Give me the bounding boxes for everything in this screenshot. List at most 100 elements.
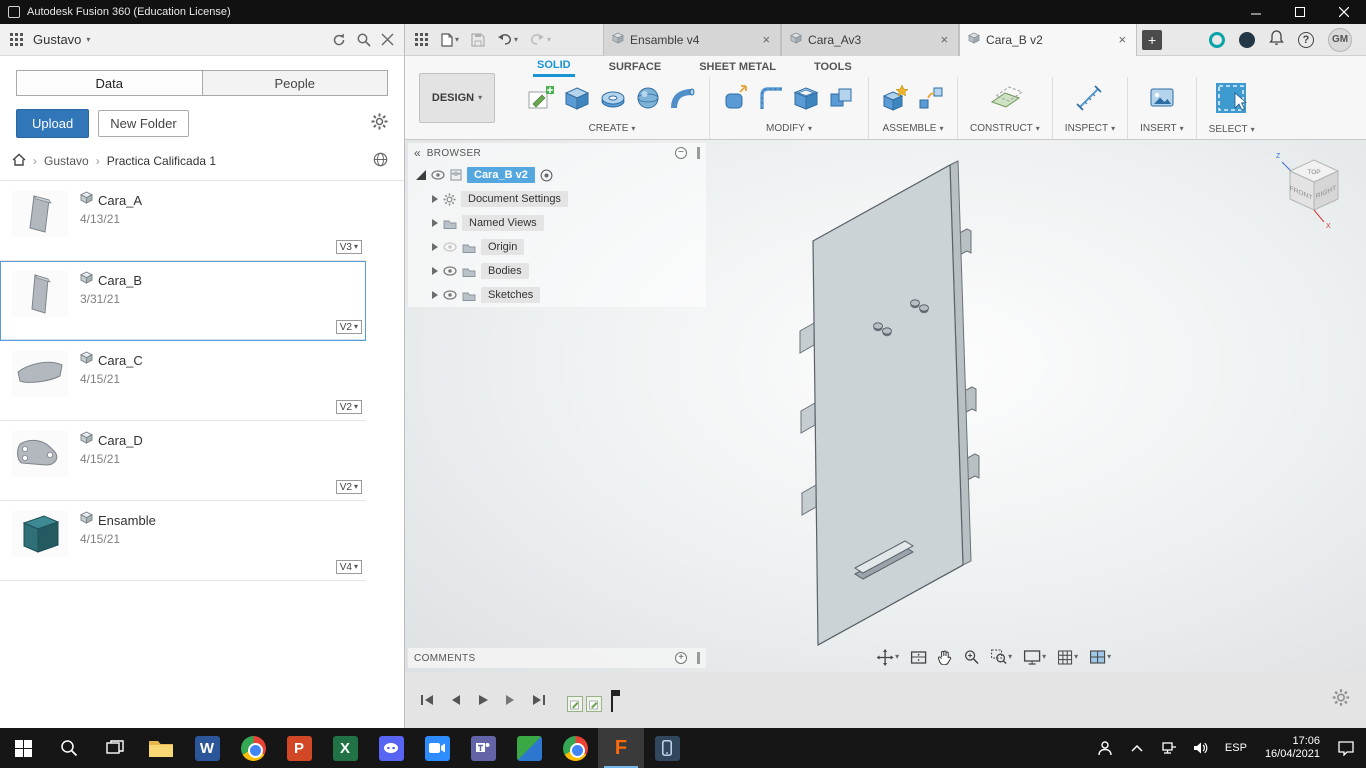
visibility-eye-icon[interactable] [443, 266, 457, 276]
new-component-icon[interactable] [881, 84, 909, 117]
browser-item-named-views[interactable]: Named Views [408, 211, 706, 235]
panel-resize-grip[interactable] [697, 147, 700, 159]
group-label-select[interactable]: SELECT ▾ [1209, 122, 1255, 137]
taskbar-search-icon[interactable] [46, 728, 92, 768]
taskbar-app-powerpoint[interactable]: P [276, 728, 322, 768]
list-item-cara-c[interactable]: Cara_C 4/15/21 V2 ▾ [0, 341, 366, 421]
version-dropdown[interactable]: V4 ▾ [335, 560, 362, 574]
tab-solid[interactable]: SOLID [533, 56, 575, 77]
measure-icon[interactable] [1075, 84, 1105, 117]
maximize-button[interactable] [1278, 0, 1322, 24]
insert-canvas-icon[interactable] [1148, 84, 1176, 117]
visibility-eye-icon[interactable] [431, 170, 445, 180]
expand-arrow-icon[interactable] [432, 219, 438, 227]
close-tab-icon[interactable]: × [1116, 32, 1128, 47]
construction-plane-icon[interactable] [988, 84, 1023, 117]
search-icon[interactable] [356, 32, 372, 48]
list-item-cara-d[interactable]: Cara_D 4/15/21 V2 ▾ [0, 421, 366, 501]
expand-arrow-icon[interactable] [432, 195, 438, 203]
grid-settings-icon[interactable]: ▾ [1057, 650, 1078, 665]
share-globe-icon[interactable] [373, 152, 388, 170]
create-sketch-icon[interactable] [527, 84, 555, 117]
browser-item-sketches[interactable]: Sketches [408, 283, 706, 307]
visibility-eye-icon[interactable] [443, 290, 457, 300]
shell-icon[interactable] [792, 84, 820, 117]
taskbar-app-zoom[interactable] [414, 728, 460, 768]
sphere-icon[interactable] [635, 85, 661, 116]
3d-viewport[interactable]: Z TOP FRONT RIGHT X « BROWSER − Cara_B v… [405, 140, 1366, 672]
group-label-create[interactable]: CREATE ▾ [589, 120, 636, 137]
activate-radio-icon[interactable] [540, 169, 553, 182]
joint-icon[interactable] [917, 84, 945, 117]
taskbar-app-store-tile[interactable] [506, 728, 552, 768]
pipe-icon[interactable] [669, 84, 697, 117]
tab-people[interactable]: People [202, 71, 387, 95]
taskbar-app-excel[interactable]: X [322, 728, 368, 768]
doc-tab-cara-b[interactable]: Cara_B v2 × [959, 23, 1138, 56]
zoom-window-icon[interactable]: ▾ [990, 649, 1012, 665]
version-dropdown[interactable]: V2 ▾ [335, 320, 362, 334]
tab-surface[interactable]: SURFACE [605, 56, 666, 77]
close-tab-icon[interactable]: × [760, 32, 772, 47]
group-label-insert[interactable]: INSERT ▾ [1140, 120, 1184, 137]
browser-item-origin[interactable]: Origin [408, 235, 706, 259]
undo-icon[interactable]: ▾ [497, 33, 518, 46]
timeline-step-back-button[interactable] [445, 690, 465, 710]
avatar[interactable]: GM [1328, 27, 1352, 52]
expand-arrow-icon[interactable] [432, 267, 438, 275]
upload-button[interactable]: Upload [16, 109, 90, 138]
tab-data[interactable]: Data [17, 71, 203, 95]
minimize-button[interactable] [1234, 0, 1278, 24]
taskbar-app-discord[interactable] [368, 728, 414, 768]
job-status-icon[interactable] [1209, 31, 1225, 48]
version-dropdown[interactable]: V2 ▾ [335, 480, 362, 494]
taskbar-app-fusion360[interactable]: F [598, 728, 644, 768]
display-settings-icon[interactable]: ▾ [1023, 649, 1046, 665]
file-menu-icon[interactable]: ▾ [441, 32, 459, 47]
breadcrumb-root[interactable]: Gustavo [44, 154, 89, 168]
tab-sheet-metal[interactable]: SHEET METAL [695, 56, 780, 77]
version-dropdown[interactable]: V3 ▾ [335, 240, 362, 254]
browser-root-row[interactable]: Cara_B v2 [408, 163, 706, 187]
volume-icon[interactable] [1187, 728, 1215, 768]
clock[interactable]: 17:06 16/04/2021 [1257, 735, 1328, 761]
close-tab-icon[interactable]: × [938, 32, 950, 47]
expand-arrow-icon[interactable] [432, 291, 438, 299]
group-label-construct[interactable]: CONSTRUCT ▾ [970, 120, 1040, 137]
panel-resize-grip[interactable] [697, 652, 700, 664]
language-indicator[interactable]: ESP [1219, 742, 1253, 754]
comments-bar[interactable]: COMMENTS + [408, 648, 706, 668]
action-center-icon[interactable] [1332, 728, 1360, 768]
browser-item-document-settings[interactable]: Document Settings [408, 187, 706, 211]
doc-tab-ensamble[interactable]: Ensamble v4 × [603, 23, 782, 56]
timeline-sketch-feature[interactable] [567, 696, 583, 712]
browser-item-bodies[interactable]: Bodies [408, 259, 706, 283]
new-tab-button[interactable]: + [1142, 29, 1163, 50]
workspace-dropdown[interactable]: DESIGN ▾ [419, 73, 495, 123]
orbit-tool-icon[interactable]: ▾ [876, 648, 899, 666]
save-icon[interactable] [471, 32, 485, 47]
taskbar-app-word[interactable]: W [184, 728, 230, 768]
look-at-tool-icon[interactable] [910, 650, 926, 665]
timeline-skip-end-button[interactable] [529, 690, 549, 710]
close-button[interactable] [1322, 0, 1366, 24]
extrude-icon[interactable] [563, 84, 591, 117]
version-dropdown[interactable]: V2 ▾ [335, 400, 362, 414]
list-item-cara-b[interactable]: Cara_B 3/31/21 V2 ▾ [0, 261, 366, 341]
select-tool-icon[interactable] [1214, 81, 1250, 122]
apps-grid-icon[interactable] [415, 32, 429, 47]
taskbar-app-your-phone[interactable] [644, 728, 690, 768]
help-icon[interactable]: ? [1298, 31, 1314, 48]
network-icon[interactable] [1155, 728, 1183, 768]
list-item-ensamble[interactable]: Ensamble 4/15/21 V4 ▾ [0, 501, 366, 581]
taskbar-app-chrome-profile[interactable] [552, 728, 598, 768]
apps-grid-icon[interactable] [10, 32, 24, 47]
taskbar-app-teams[interactable] [460, 728, 506, 768]
press-pull-icon[interactable] [722, 84, 750, 117]
extension-icon[interactable] [1239, 31, 1255, 48]
timeline-step-forward-button[interactable] [501, 690, 521, 710]
timeline-skip-start-button[interactable] [417, 690, 437, 710]
view-cube[interactable]: Z TOP FRONT RIGHT X [1272, 148, 1358, 234]
close-panel-icon[interactable] [381, 33, 394, 46]
collapse-all-icon[interactable]: − [675, 147, 687, 159]
